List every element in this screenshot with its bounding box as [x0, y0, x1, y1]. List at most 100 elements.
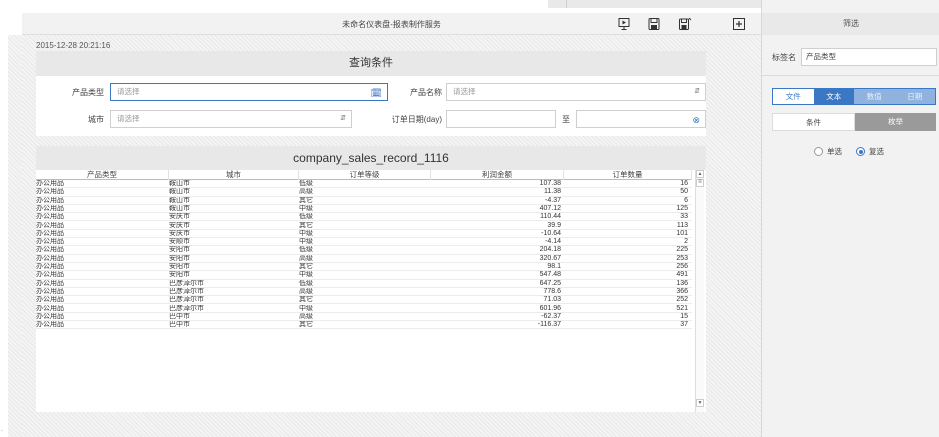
table-row[interactable]: 办公用品 安阳市 其它 98.1 256 [36, 263, 692, 272]
table-cell: 16 [680, 180, 688, 187]
table-row[interactable]: 办公用品 巴彦淖尔市 中级 601.96 521 [36, 305, 692, 313]
product-type-select[interactable]: 请选择 🗓 [110, 83, 388, 101]
preview-button[interactable] [617, 17, 631, 31]
table-row[interactable]: 办公用品 安庆市 低级 110.44 33 [36, 213, 692, 222]
table-cell: 安阳市 [169, 254, 190, 262]
table-cell: 256 [676, 263, 688, 270]
table-row[interactable]: 办公用品 巴彦淖尔市 其它 71.03 252 [36, 296, 692, 305]
scroll-down-icon[interactable]: ▼ [696, 399, 704, 407]
table-cell: 521 [676, 304, 688, 312]
table-cell: 647.25 [539, 279, 561, 287]
table-cell: 204.18 [539, 246, 561, 254]
table-cell: 鞍山市 [169, 180, 190, 187]
table-cell: 中级 [299, 238, 313, 246]
table-cell: 中级 [299, 304, 313, 312]
table-cell: 办公用品 [36, 304, 64, 312]
column-header[interactable]: 产品类型 [36, 170, 169, 180]
query-title: 查询条件 [36, 51, 706, 76]
radio-circle[interactable] [814, 147, 823, 156]
table-cell: 其它 [299, 263, 313, 270]
calendar-icon[interactable]: 🗓 [371, 85, 382, 101]
radio-circle-selected[interactable] [856, 147, 865, 156]
table-cell: -10.64 [541, 229, 561, 237]
table-cell: 办公用品 [36, 204, 64, 212]
column-header[interactable]: 订单等级 [299, 170, 431, 180]
tab-enumeration[interactable]: 枚举 [855, 113, 936, 131]
table-row[interactable]: 办公用品 鞍山市 高级 11.38 50 [36, 188, 692, 197]
column-header[interactable]: 城市 [169, 170, 299, 180]
column-header[interactable]: 订单数量 [564, 170, 692, 180]
table-cell: 低级 [299, 213, 313, 221]
table-cell: 101 [676, 229, 688, 237]
tab-file[interactable]: 文件 [773, 89, 814, 104]
table-cell: 407.12 [539, 204, 561, 212]
save-as-button[interactable] [678, 17, 692, 31]
query-panel: 查询条件 产品类型 请选择 🗓 产品名称 请选择 ⇵ 城市 请选择 ⇵ 订单日期… [36, 51, 706, 136]
table-row[interactable]: 办公用品 安阳市 中级 547.48 491 [36, 271, 692, 280]
selection-mode: 单选 复选 [814, 146, 884, 157]
order-date-start[interactable] [446, 110, 556, 128]
table-cell: 50 [680, 188, 688, 196]
radio-single-label: 单选 [827, 147, 842, 156]
table-row[interactable]: 办公用品 安阳市 低级 204.18 225 [36, 246, 692, 255]
table-row[interactable]: 办公用品 安庆市 其它 39.9 113 [36, 222, 692, 230]
table-cell: 低级 [299, 180, 313, 187]
order-date-label: 订单日期(day) [391, 115, 442, 124]
table-cell: 安阳市 [169, 246, 190, 254]
table-row[interactable]: 办公用品 鞍山市 中级 407.12 125 [36, 204, 692, 214]
radio-multi-label: 复选 [869, 147, 884, 156]
save-as-icon [679, 17, 692, 30]
table-cell: 中级 [299, 271, 313, 279]
table-row[interactable]: 办公用品 巴彦淖尔市 低级 647.25 136 [36, 280, 692, 288]
column-header[interactable]: 利润金额 [431, 170, 564, 180]
tab-number[interactable]: 数值 [854, 89, 895, 104]
filter-panel: 筛选 标签名 产品类型 文件 文本 数值 日期 条件 枚举 单选 复选 [761, 0, 939, 437]
table-cell: 办公用品 [36, 321, 64, 329]
table-cell: 其它 [299, 321, 313, 329]
table-row[interactable]: 办公用品 巴中市 高级 -62.37 15 [36, 312, 692, 322]
table-cell: 巴彦淖尔市 [169, 296, 204, 304]
table-cell: 办公用品 [36, 196, 64, 204]
divider [762, 75, 939, 76]
radio-multi[interactable]: 复选 [856, 146, 884, 157]
table-row[interactable]: 办公用品 鞍山市 其它 -4.37 6 [36, 197, 692, 205]
order-date-end[interactable]: ⊗ [576, 110, 706, 128]
tab-date[interactable]: 日期 [894, 89, 935, 104]
city-label: 城市 [88, 115, 104, 124]
table-scrollbar[interactable]: ▲ ≡ ▼ [695, 170, 704, 412]
date-range-sep: 至 [562, 115, 570, 124]
table-cell: 巴中市 [169, 321, 190, 329]
product-name-select[interactable]: 请选择 ⇵ [446, 83, 706, 101]
left-ruler [8, 35, 22, 437]
table-cell: 办公用品 [36, 238, 64, 246]
table-cell: -62.37 [541, 312, 561, 320]
table-row[interactable]: 办公用品 巴彦淖尔市 高级 778.6 366 [36, 287, 692, 297]
table-cell: 113 [676, 221, 688, 229]
scroll-grip-icon[interactable]: ≡ [696, 179, 704, 187]
chevron-updown-icon: ⇵ [340, 115, 346, 122]
table-cell: 办公用品 [36, 263, 64, 270]
tab-condition[interactable]: 条件 [772, 113, 855, 131]
scroll-up-icon[interactable]: ▲ [696, 170, 704, 178]
save-button[interactable] [647, 17, 661, 31]
table-cell: -4.37 [545, 196, 561, 204]
product-type-label: 产品类型 [72, 88, 104, 97]
table-row[interactable]: 办公用品 鞍山市 低级 107.38 16 [36, 180, 692, 189]
table-row[interactable]: 办公用品 安阳市 高级 320.67 253 [36, 255, 692, 263]
table-cell: 鞍山市 [169, 196, 190, 204]
table-cell: 2 [684, 238, 688, 246]
tab-text[interactable]: 文本 [813, 89, 854, 104]
table-row[interactable]: 办公用品 巴中市 其它 -116.37 37 [36, 321, 692, 330]
clear-icon[interactable]: ⊗ [692, 112, 700, 128]
add-widget-button[interactable] [732, 17, 746, 31]
table-cell: 办公用品 [36, 287, 64, 295]
table-cell: 高级 [299, 254, 313, 262]
table-cell: 6 [684, 196, 688, 204]
city-select[interactable]: 请选择 ⇵ [110, 110, 352, 128]
radio-single[interactable]: 单选 [814, 146, 842, 157]
tag-name-input[interactable]: 产品类型 [801, 48, 937, 66]
table-cell: 601.96 [539, 304, 561, 312]
table-cell: 安阳市 [169, 271, 190, 279]
table-row[interactable]: 办公用品 安庆市 中级 -10.64 101 [36, 229, 692, 239]
table-row[interactable]: 办公用品 安顺市 中级 -4.14 2 [36, 238, 692, 247]
